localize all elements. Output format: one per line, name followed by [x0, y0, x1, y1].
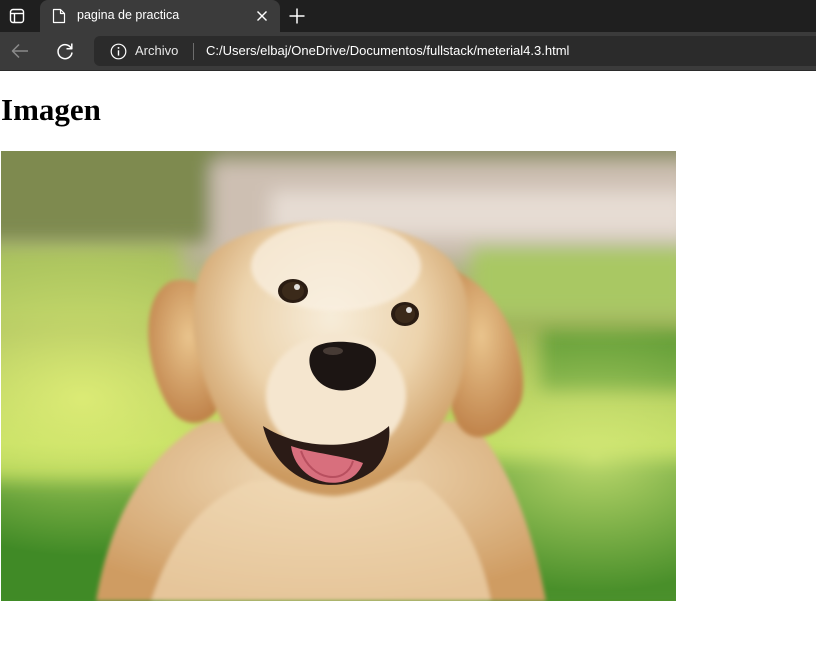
site-info-label[interactable]: Archivo — [135, 43, 178, 58]
page-file-icon — [52, 8, 66, 24]
url-text[interactable]: C:/Users/elbaj/OneDrive/Documentos/fulls… — [206, 43, 569, 58]
page-heading: Imagen — [1, 92, 101, 127]
browser-toolbar: Archivo C:/Users/elbaj/OneDrive/Document… — [0, 32, 816, 71]
browser-tab[interactable]: pagina de practica — [40, 0, 280, 32]
back-arrow-icon[interactable] — [9, 40, 31, 62]
tab-strip: pagina de practica — [0, 0, 816, 32]
page-content: Imagen — [0, 71, 816, 670]
plus-icon[interactable] — [287, 6, 307, 26]
tab-title: pagina de practica — [77, 8, 180, 22]
tab-actions-button[interactable] — [0, 0, 34, 32]
info-icon[interactable] — [110, 43, 127, 60]
tab-actions-icon — [9, 8, 25, 24]
address-separator — [193, 43, 194, 60]
address-bar[interactable]: Archivo C:/Users/elbaj/OneDrive/Document… — [94, 36, 816, 66]
reload-icon[interactable] — [54, 40, 76, 62]
dog-photo — [1, 151, 676, 601]
close-icon[interactable] — [255, 9, 269, 23]
